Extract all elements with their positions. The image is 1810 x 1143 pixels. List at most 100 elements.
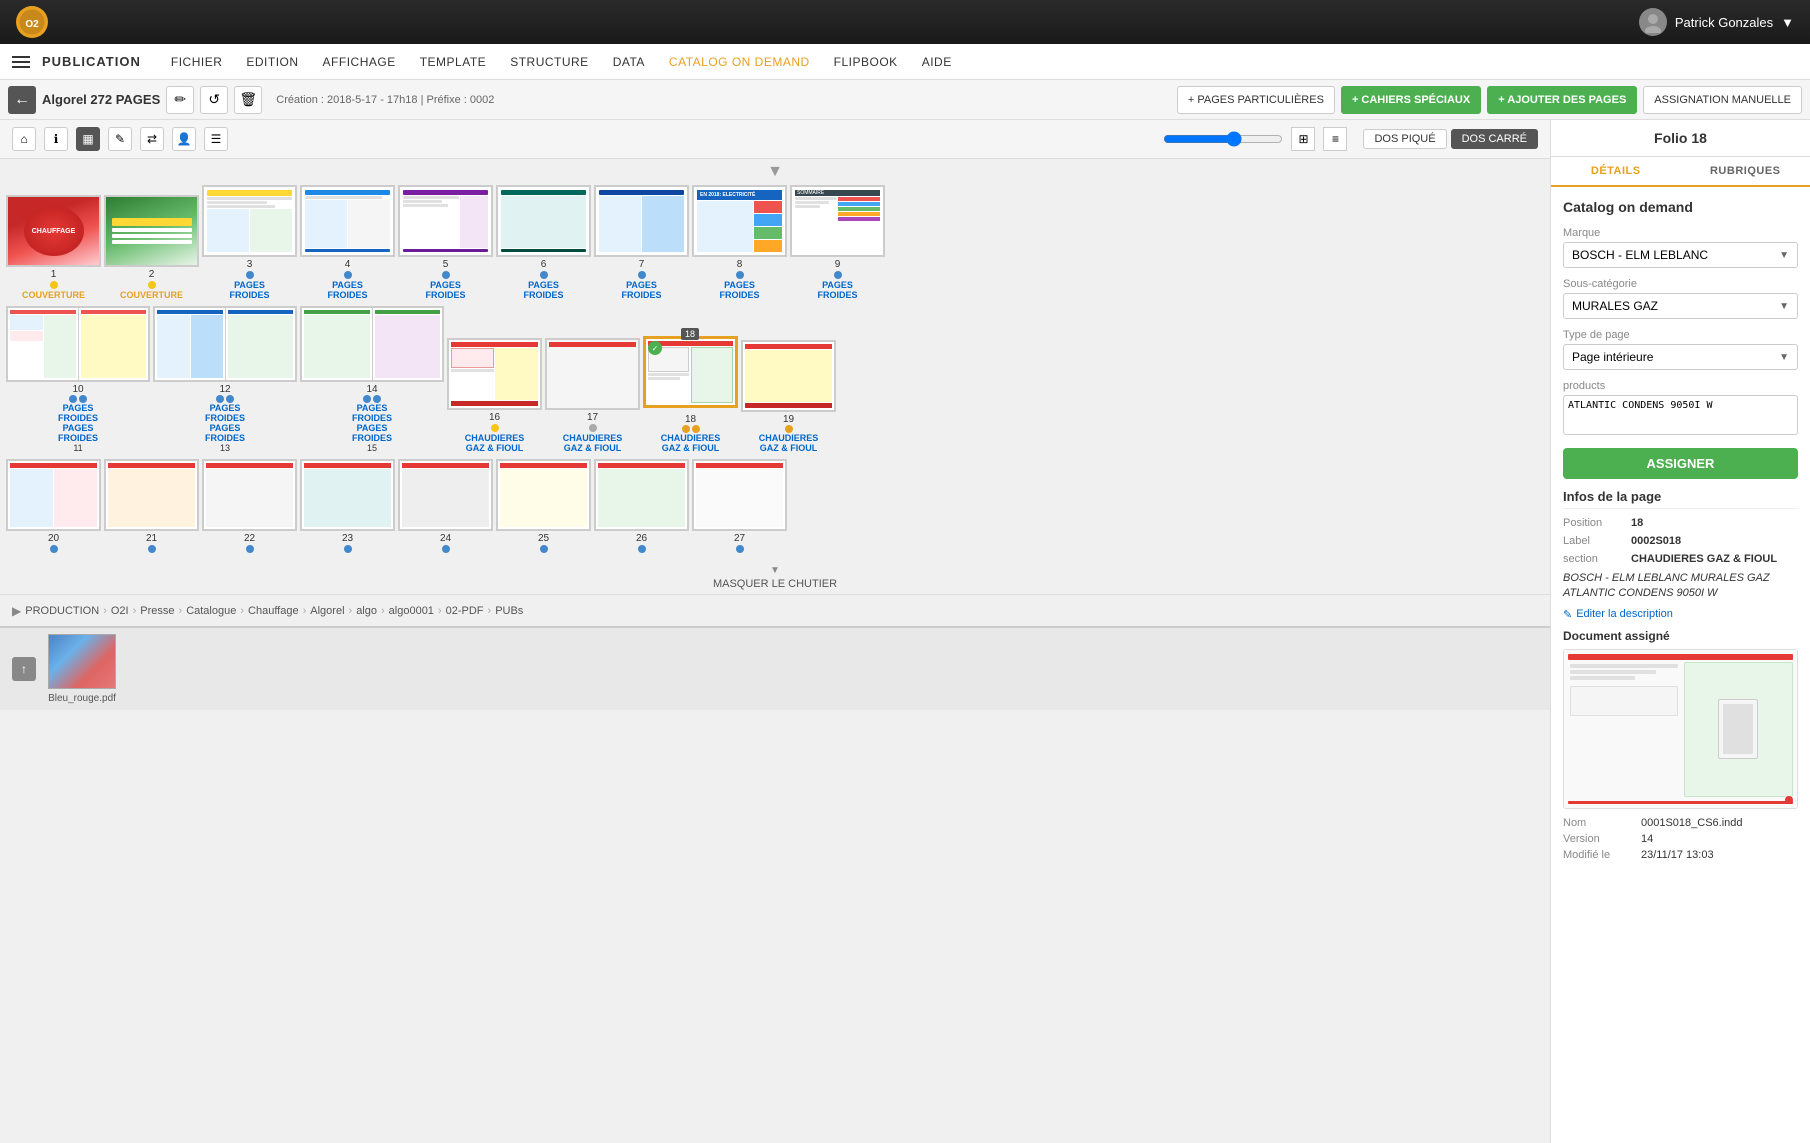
page-cell-25[interactable]: 25 — [496, 459, 591, 554]
edit-view-icon[interactable]: ✎ — [108, 127, 132, 151]
sous-categorie-select[interactable]: MURALES GAZ ▼ — [1563, 293, 1798, 319]
page-cell-22[interactable]: 22 — [202, 459, 297, 554]
avatar — [1639, 8, 1667, 36]
label-row: Label 0002S018 — [1563, 535, 1798, 547]
page-label-15: PAGES FROIDES — [352, 423, 392, 443]
refresh-icon-btn[interactable]: ↺ — [200, 86, 228, 114]
page-cell-27[interactable]: 27 — [692, 459, 787, 554]
pages-scroll[interactable]: CHAUFFAGE 1 COUVERTURE — [0, 185, 1550, 1143]
page-cell-4[interactable]: 4 PAGES FROIDES — [300, 185, 395, 300]
page-cell-9[interactable]: SOMMAIRE — [790, 185, 885, 300]
assignation-manuelle-button[interactable]: ASSIGNATION MANUELLE — [1643, 86, 1802, 114]
bc-algo[interactable]: algo — [356, 605, 377, 617]
page-cell-20[interactable]: 20 — [6, 459, 101, 554]
page-num-18: 18 — [685, 414, 696, 425]
page-label-8: PAGES FROIDES — [719, 280, 759, 300]
menu-item-catalog[interactable]: CATALOG ON DEMAND — [659, 49, 820, 75]
ajouter-pages-button[interactable]: + AJOUTER DES PAGES — [1487, 86, 1637, 114]
page-cell-7[interactable]: 7 PAGES FROIDES — [594, 185, 689, 300]
main-container: ⌂ ℹ ▦ ✎ ⇄ 👤 ☰ ⊞ ≡ DOS PIQUÉ DOS CARRÉ ▼ — [0, 120, 1810, 1143]
page-cell-24[interactable]: 24 — [398, 459, 493, 554]
assigner-button[interactable]: ASSIGNER — [1563, 448, 1798, 479]
pub-title: Algorel 272 PAGES — [42, 92, 160, 107]
chutier-item[interactable]: Bleu_rouge.pdf — [48, 634, 116, 704]
topbar: O2 Patrick Gonzales ▼ — [0, 0, 1810, 44]
list-view-icon[interactable]: ☰ — [204, 127, 228, 151]
dos-pique-btn[interactable]: DOS PIQUÉ — [1363, 129, 1446, 149]
menu-item-edition[interactable]: EDITION — [236, 49, 308, 75]
edit-icon-btn[interactable]: ✏ — [166, 86, 194, 114]
doc-assigned-title: Document assigné — [1563, 629, 1798, 643]
info-view-icon[interactable]: ℹ — [44, 127, 68, 151]
page-label-16: CHAUDIERES GAZ & FIOUL — [465, 433, 525, 453]
back-button[interactable]: ← — [8, 86, 36, 114]
bc-presse[interactable]: Presse — [140, 605, 174, 617]
grid-view-icon[interactable]: ▦ — [76, 127, 100, 151]
panel-content: Catalog on demand Marque BOSCH - ELM LEB… — [1551, 187, 1810, 1143]
bc-algorel[interactable]: Algorel — [310, 605, 344, 617]
page-cell-2[interactable]: 2 COUVERTURE — [104, 195, 199, 300]
page-num-19: 19 — [783, 414, 794, 425]
menu-item-aide[interactable]: AIDE — [912, 49, 962, 75]
page-cell-21[interactable]: 21 — [104, 459, 199, 554]
marque-select[interactable]: BOSCH - ELM LEBLANC ▼ — [1563, 242, 1798, 268]
page-label-4: PAGES FROIDES — [327, 280, 367, 300]
menu-item-fichier[interactable]: FICHIER — [161, 49, 233, 75]
page-cell-23[interactable]: 23 — [300, 459, 395, 554]
home-view-icon[interactable]: ⌂ — [12, 127, 36, 151]
bc-02pdf[interactable]: 02-PDF — [446, 605, 484, 617]
breadcrumb-arrow[interactable]: ▶ — [12, 604, 21, 618]
page-cell-19[interactable]: 19 CHAUDIERES GAZ & FIOUL — [741, 340, 836, 453]
page-cell-18[interactable]: ✓ 18 18 CHAUDIERES GAZ & FIOUL — [643, 336, 738, 453]
page-num-12: 12 — [219, 384, 230, 395]
page-cell-16[interactable]: 16 CHAUDIERES GAZ & FIOUL — [447, 338, 542, 453]
menu-item-template[interactable]: TEMPLATE — [410, 49, 496, 75]
cahiers-speciaux-button[interactable]: + CAHIERS SPÉCIAUX — [1341, 86, 1481, 114]
menu-item-data[interactable]: DATA — [603, 49, 655, 75]
pages-particulieres-button[interactable]: + PAGES PARTICULIÈRES — [1177, 86, 1335, 114]
menu-item-flipbook[interactable]: FLIPBOOK — [824, 49, 908, 75]
edit-desc-link[interactable]: ✎ Editer la description — [1563, 608, 1798, 621]
page-cell-8[interactable]: EN 2018: ELECTRICITÉ — [692, 185, 787, 300]
assign-view-icon[interactable]: 👤 — [172, 127, 196, 151]
sync-view-icon[interactable]: ⇄ — [140, 127, 164, 151]
bc-pubs[interactable]: PUBs — [495, 605, 523, 617]
page-cell-12[interactable]: 12 PAGES FROIDES PAGES FROIDES 13 — [153, 306, 297, 453]
page-cell-26[interactable]: 26 — [594, 459, 689, 554]
section-val: CHAUDIERES GAZ & FIOUL — [1631, 553, 1777, 565]
page-label-6: PAGES FROIDES — [523, 280, 563, 300]
delete-icon-btn[interactable]: 🗑 — [234, 86, 262, 114]
masquer-toggle[interactable]: ▼ MASQUER LE CHUTIER — [0, 562, 1550, 590]
menu-item-affichage[interactable]: AFFICHAGE — [313, 49, 406, 75]
user-info[interactable]: Patrick Gonzales ▼ — [1639, 8, 1794, 36]
collapse-arrow[interactable]: ▼ — [0, 163, 1550, 181]
tab-details[interactable]: DÉTAILS — [1551, 157, 1681, 187]
dropdown-arrow[interactable]: ▼ — [1781, 15, 1794, 30]
zoom-slider[interactable] — [1163, 131, 1283, 147]
bc-production[interactable]: PRODUCTION — [25, 605, 99, 617]
bc-chauffage[interactable]: Chauffage — [248, 605, 299, 617]
menu-item-structure[interactable]: STRUCTURE — [500, 49, 599, 75]
type-page-select[interactable]: Page intérieure ▼ — [1563, 344, 1798, 370]
bc-algo0001[interactable]: algo0001 — [389, 605, 434, 617]
page-cell-5[interactable]: 5 PAGES FROIDES — [398, 185, 493, 300]
hamburger-icon[interactable] — [12, 56, 30, 68]
dos-carre-btn[interactable]: DOS CARRÉ — [1451, 129, 1538, 149]
grid-icon-btn[interactable]: ⊞ — [1291, 127, 1315, 151]
page-cell-6[interactable]: 6 PAGES FROIDES — [496, 185, 591, 300]
tab-rubriques[interactable]: RUBRIQUES — [1681, 157, 1810, 185]
page-cell-14[interactable]: 14 PAGES FROIDES PAGES FROIDES 15 — [300, 306, 444, 453]
page-cell-3[interactable]: 3 PAGES FROIDES — [202, 185, 297, 300]
products-textarea[interactable]: ATLANTIC CONDENS 9050I W — [1563, 395, 1798, 435]
bc-o2i[interactable]: O2I — [111, 605, 129, 617]
list-icon-btn[interactable]: ≡ — [1323, 127, 1347, 151]
user-name: Patrick Gonzales — [1675, 15, 1773, 30]
page-label-2: COUVERTURE — [120, 290, 183, 300]
bc-catalogue[interactable]: Catalogue — [186, 605, 236, 617]
upload-icon[interactable]: ↑ — [12, 657, 36, 681]
page-cell-17[interactable]: 17 CHAUDIERES GAZ & FIOUL — [545, 338, 640, 453]
page-cell-1[interactable]: CHAUFFAGE 1 COUVERTURE — [6, 195, 101, 300]
page-cell-10[interactable]: 10 PAGES FROIDES PAGES FROIDES 11 — [6, 306, 150, 453]
page-num-16: 16 — [489, 412, 500, 423]
position-key: Position — [1563, 517, 1623, 529]
